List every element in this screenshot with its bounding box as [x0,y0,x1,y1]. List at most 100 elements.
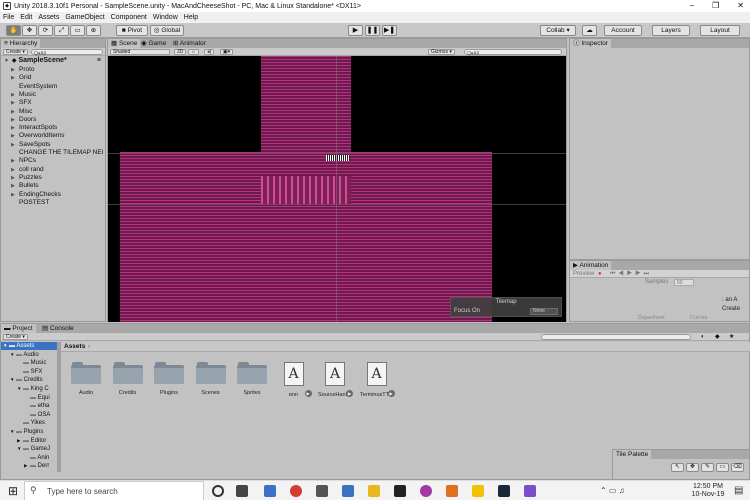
hierarchy-item[interactable]: POSTEST [11,199,49,207]
samples-input[interactable]: 60 [674,279,694,286]
asset-folder[interactable]: Sprites [235,362,269,396]
hierarchy-item[interactable]: ▶ InteractSpots [11,124,57,132]
project-tree-item[interactable]: ▬ Yikes [1,419,57,427]
transform-tool-button[interactable]: ⊕ [86,25,101,36]
mode-2d-toggle[interactable]: 2D [174,49,187,55]
gizmos-dropdown[interactable]: Gizmos ▾ [428,49,455,55]
tab-scene[interactable]: ▦ Scene [108,39,141,48]
system-tray-icons[interactable]: ⌃ ▭ ♫ [600,486,625,495]
hierarchy-item[interactable]: ▶ Music [11,91,36,99]
steam-icon[interactable] [498,485,510,497]
expand-arrow-icon[interactable]: ▶ [11,116,19,124]
scene-viewport[interactable]: Tilemap Focus On None [108,56,566,322]
project-tree-item[interactable]: ▼ ▬ King C [1,385,57,393]
project-tree-item[interactable]: ▶ ▬ Editor [1,437,57,445]
expand-arrow-icon[interactable]: ▶ [11,66,19,74]
menu-help[interactable]: Help [184,14,198,21]
move-tool-button[interactable]: ✥ [22,25,37,36]
hierarchy-item[interactable]: ▶ coll rand [11,166,44,174]
hierarchy-item[interactable]: EventSystem [11,83,57,91]
shading-dropdown[interactable]: Shaded [110,49,170,55]
tab-project[interactable]: ▬ Project [1,324,36,333]
project-tree-item[interactable]: ▼ ▬ GameJ [1,445,57,453]
clock[interactable]: 12:50 PM 10-Nov-19 [688,483,728,499]
project-tree-item[interactable]: ▬ Music [1,359,57,367]
project-tree-item[interactable]: ▬ etha [1,402,57,410]
scene-options-icon[interactable]: ≡ [97,57,101,64]
playback-controls-icon[interactable]: ⏮◀▶▶⏭ [610,270,652,278]
effects-dropdown[interactable]: ▣▾ [220,49,234,55]
app-yellow-icon[interactable] [472,485,484,497]
rect-tool-button[interactable]: ▭ [70,25,85,36]
record-icon[interactable]: ● [598,270,602,278]
task-view-icon[interactable] [236,485,248,497]
mail-icon[interactable] [342,485,354,497]
play-button[interactable]: ▶ [348,25,363,36]
asset-font[interactable]: A ▶ enn [277,362,312,398]
project-tree-item[interactable]: ▼ ▬ Credits [1,376,57,384]
tab-animator[interactable]: ⊞ Animator [170,39,209,48]
expand-arrow-icon[interactable]: ▶ [11,124,19,132]
expand-arrow-icon[interactable]: ▶ [11,74,19,82]
hierarchy-item[interactable]: CHANGE THE TILEMAP NEI [11,149,104,157]
project-tree-item[interactable]: ▬ Equi [1,394,57,402]
tab-animation[interactable]: ▶ Animation [570,261,612,270]
notification-icon[interactable]: ▤ [734,485,743,496]
cortana-icon[interactable] [212,485,224,497]
project-create-button[interactable]: Create ▾ [3,334,28,340]
menu-assets[interactable]: Assets [38,14,59,21]
expand-arrow-icon[interactable]: ▶ [11,157,19,165]
hierarchy-search-input[interactable]: Q▾All [31,49,103,57]
hierarchy-item[interactable]: ▶ NPCs [11,157,36,165]
box-fill-tool-icon[interactable]: ▭ [716,463,729,472]
asset-folder[interactable]: Credits [111,362,145,396]
focus-on-dropdown[interactable]: None [530,308,558,315]
favorite-star-icon[interactable]: ★ [729,333,734,341]
layout-dropdown[interactable]: Layout [700,25,740,36]
close-button[interactable]: ✕ [737,0,744,12]
project-tree-item[interactable]: ▬ OSA [1,411,57,419]
expand-arrow-icon[interactable]: ▶ [11,141,19,149]
step-button[interactable]: ▶❚ [382,25,397,36]
account-dropdown[interactable]: Account [604,25,642,36]
sprite-object[interactable] [326,155,350,161]
expand-asset-icon[interactable]: ▶ [304,390,312,397]
move-tool-icon[interactable]: ✥ [686,463,699,472]
minimize-button[interactable]: – [690,0,694,12]
expand-arrow-icon[interactable]: ▶ [11,108,19,116]
chrome-icon[interactable] [290,485,302,497]
asset-folder[interactable]: Audio [69,362,103,396]
menu-gameobject[interactable]: GameObject [65,14,104,21]
hierarchy-item[interactable]: ▶ Misc [11,108,32,116]
global-toggle[interactable]: ◎ Global [150,25,184,36]
expand-arrow-icon[interactable]: ▶ [11,99,19,107]
app-orange-icon[interactable] [446,485,458,497]
unity-taskbar-icon[interactable] [394,485,406,497]
tab-hierarchy[interactable]: ≡ Hierarchy [1,39,41,48]
rotate-tool-button[interactable]: ⟳ [38,25,53,36]
scale-tool-button[interactable]: ⤢ [54,25,69,36]
menu-component[interactable]: Component [111,14,147,21]
brush-tool-icon[interactable]: ✎ [701,463,714,472]
hierarchy-item[interactable]: ▶ Grid [11,74,31,82]
hierarchy-create-button[interactable]: Create ▾ [3,49,28,55]
visual-studio-icon[interactable] [524,485,536,497]
hierarchy-item[interactable]: ▶ EndingChecks [11,191,61,199]
preview-toggle[interactable]: Preview [573,270,594,278]
hierarchy-item[interactable]: ▶ SaveSpots [11,141,50,149]
project-tree-item[interactable]: ▶ ▬ Derr [1,462,57,470]
eraser-tool-icon[interactable]: ⌫ [731,463,744,472]
collab-button[interactable]: Collab ▾ [540,25,576,36]
expand-arrow-icon[interactable]: ▶ [11,132,19,140]
expand-arrow-icon[interactable]: ▶ [11,191,19,199]
audio-toggle[interactable]: ◂) [204,49,215,55]
filter-label-icon[interactable]: ◆ [715,333,720,341]
edge-browser-icon[interactable] [264,485,276,497]
asset-font[interactable]: A ▶ TerminusTT... [360,362,395,398]
maximize-button[interactable]: ❐ [712,0,719,12]
hierarchy-item[interactable]: ▶ Doors [11,116,36,124]
project-tree-item[interactable]: ▼ ▬ Audio [1,351,57,359]
cloud-button[interactable]: ☁ [582,25,597,36]
project-search-input[interactable] [541,334,691,340]
hand-tool-button[interactable]: ✋ [6,25,21,36]
